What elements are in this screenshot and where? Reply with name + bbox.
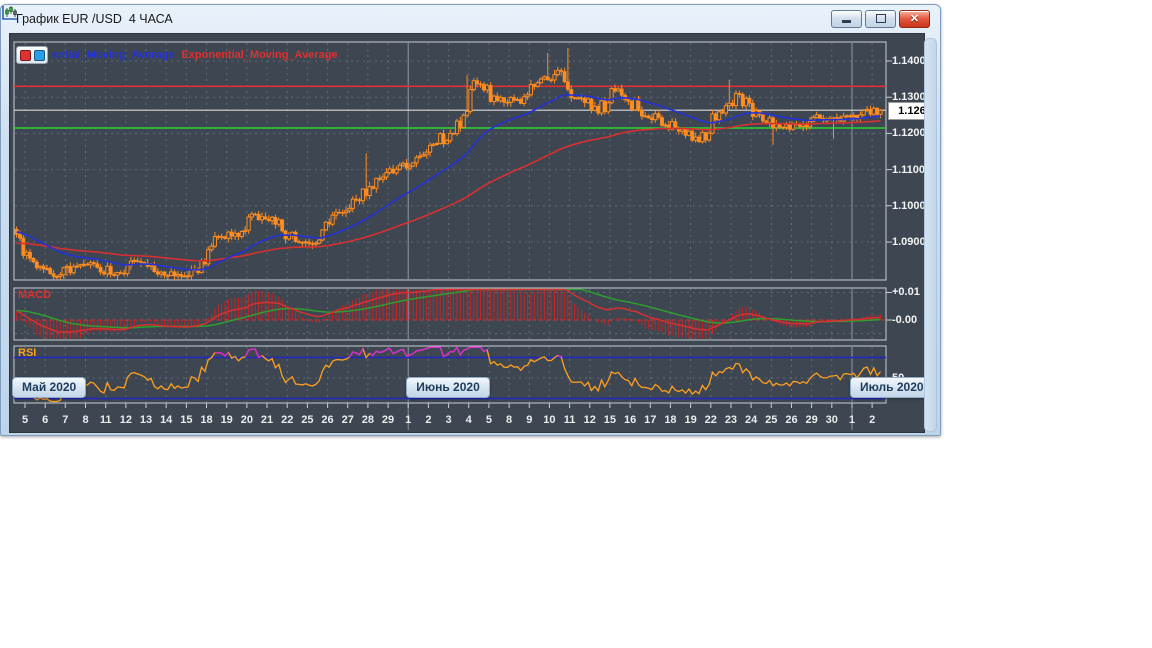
x-axis-day-label: 23	[724, 414, 738, 426]
x-axis-day-label: 2	[425, 414, 432, 426]
close-icon: ✕	[909, 12, 920, 25]
x-axis-day-label: 24	[744, 414, 758, 426]
x-axis-day-label: 20	[240, 414, 253, 426]
x-axis-day-label: 12	[583, 414, 596, 426]
current-price-box: 1.1264	[888, 102, 924, 120]
macd-axis-tick-zero: -0.00	[892, 314, 918, 326]
window-controls: ✕	[831, 9, 932, 28]
x-axis-day-label: 14	[160, 414, 173, 426]
legend-buttons	[16, 46, 48, 64]
x-axis-day-label: 15	[603, 414, 617, 426]
ema-blue-toggle-button[interactable]	[33, 49, 45, 61]
x-axis-day-label: 7	[62, 414, 69, 426]
bullish-candles	[24, 69, 883, 278]
x-axis-day-label: 25	[301, 414, 314, 426]
price-axis-label: 1.1100	[892, 163, 925, 176]
indicator-legend: ential_Moving_Average Exponential_Moving…	[16, 46, 338, 64]
x-axis-day-label: 21	[260, 414, 274, 426]
page: { "window": { "title": "График EUR /USD …	[0, 0, 1152, 648]
vertical-scrollbar[interactable]	[924, 38, 937, 432]
x-axis-day-label: 25	[765, 414, 778, 426]
x-axis-day-label: 29	[805, 414, 818, 426]
month-range-button[interactable]: Июль 2020	[849, 377, 924, 398]
minimize-button[interactable]	[831, 9, 862, 28]
x-axis-day-label: 9	[526, 414, 533, 426]
maximize-button[interactable]	[865, 9, 896, 28]
x-axis-day-label: 11	[99, 414, 112, 426]
macd-pane-label: MACD	[18, 289, 51, 301]
chart-panel: ential_Moving_Average Exponential_Moving…	[9, 33, 925, 433]
titlebar[interactable]: График EUR /USD 4 ЧАСА ✕	[1, 5, 940, 32]
ema-red-toggle-button[interactable]	[19, 49, 31, 61]
x-axis-day-label: 18	[200, 414, 213, 426]
chart-canvas[interactable]	[10, 34, 924, 432]
gridlines	[15, 43, 885, 402]
legend-ema-fast-label: ential_Moving_Average	[52, 49, 175, 61]
x-axis-day-label: 2	[869, 414, 876, 426]
x-axis-day-label: 19	[684, 414, 697, 426]
x-axis-day-label: 8	[506, 414, 513, 426]
minimize-icon	[842, 20, 851, 23]
x-axis-day-label: 26	[321, 414, 334, 426]
macd-axis-tick-high: +0.01	[892, 286, 920, 298]
x-axis-day-label: 5	[485, 414, 492, 426]
price-axis-label: 1.1200	[892, 127, 925, 140]
x-axis-day-label: 12	[119, 414, 132, 426]
x-axis-day-label: 16	[623, 414, 637, 426]
chart-window: График EUR /USD 4 ЧАСА ✕ ential_Moving_A…	[0, 4, 941, 436]
bearish-candles	[14, 70, 880, 277]
x-axis-day-label: 10	[543, 414, 556, 426]
month-range-button[interactable]: Май 2020	[12, 377, 87, 398]
x-axis-day-label: 4	[465, 414, 472, 426]
x-axis-day-label: 22	[704, 414, 717, 426]
x-axis-day-label: 1	[405, 414, 412, 426]
x-axis-day-label: 1	[848, 414, 856, 426]
x-axis-day-label: 13	[139, 414, 153, 426]
x-axis-day-label: 11	[563, 414, 576, 426]
window-title: График EUR /USD 4 ЧАСА	[16, 11, 173, 26]
x-axis-day-label: 6	[42, 414, 49, 426]
app-icon	[2, 6, 17, 20]
rsi-pane-label: RSI	[18, 347, 37, 359]
legend-ema-slow-label: Exponential_Moving_Average	[181, 49, 338, 61]
price-axis-label: 1.1400	[892, 55, 925, 67]
x-axis-day-label: 30	[825, 414, 838, 426]
x-axis-day-label: 29	[381, 414, 395, 426]
maximize-icon	[875, 14, 886, 23]
x-axis-day-label: 8	[82, 414, 89, 426]
x-axis-day-label: 28	[361, 414, 374, 426]
x-axis-day-label: 3	[445, 414, 452, 426]
main-pane-frame	[13, 41, 887, 281]
month-range-button[interactable]: Июнь 2020	[406, 377, 490, 398]
price-axis-label: 1.1000	[892, 199, 925, 212]
close-button[interactable]: ✕	[899, 9, 930, 28]
x-axis-day-label: 15	[180, 414, 193, 426]
x-axis-day-label: 18	[664, 414, 677, 426]
x-axis-day-label: 27	[341, 414, 354, 426]
x-axis-day-label: 19	[220, 414, 233, 426]
x-axis-day-label: 5	[21, 414, 29, 426]
x-axis-day-label: 22	[281, 414, 294, 426]
x-axis-day-label: 17	[644, 414, 657, 426]
x-axis-day-label: 26	[785, 414, 798, 426]
price-axis-label: 1.0900	[892, 236, 925, 248]
